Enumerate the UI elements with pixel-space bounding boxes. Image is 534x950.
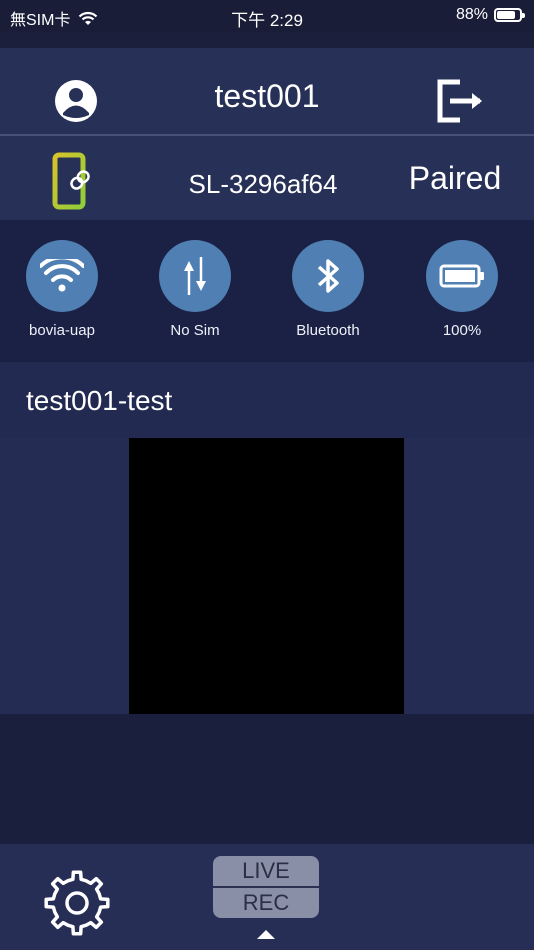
status-battery-icon (494, 8, 525, 22)
status-item-mobile-data[interactable]: No Sim (135, 240, 255, 339)
battery-percent: 88% (455, 6, 488, 23)
status-item-wifi[interactable]: bovia-uap (2, 240, 122, 339)
wifi-circle (26, 240, 98, 312)
device-name: SL-3296af64 (188, 169, 338, 199)
status-item-bluetooth[interactable]: Bluetooth (268, 240, 388, 339)
status-item-label: No Sim (170, 322, 220, 339)
status-time: 下午 2:29 (231, 11, 303, 30)
logout-icon[interactable] (436, 78, 488, 124)
mobile-data-icon (184, 257, 206, 295)
battery-circle (426, 240, 498, 312)
bluetooth-icon (317, 259, 339, 293)
mode-live-button[interactable]: LIVE (213, 856, 319, 886)
status-item-label: bovia-uap (29, 322, 95, 339)
battery-icon (439, 264, 484, 288)
caret-up-icon[interactable] (257, 930, 275, 939)
wifi-icon (40, 259, 84, 292)
camera-video-view[interactable] (129, 438, 404, 714)
status-bar-right: 88% (455, 6, 525, 24)
status-battery-fill (497, 11, 515, 19)
mobile-data-circle (159, 240, 231, 312)
device-status: Paired (408, 160, 502, 196)
bluetooth-circle (292, 240, 364, 312)
status-item-label: 100% (442, 322, 482, 339)
phone-link-icon (52, 152, 90, 210)
mode-rec-button[interactable]: REC (213, 888, 319, 918)
status-item-label: Bluetooth (296, 322, 360, 339)
camera-title: test001-test (26, 385, 173, 416)
empty-content-area (0, 714, 534, 844)
gear-icon[interactable] (40, 866, 114, 940)
status-item-battery[interactable]: 100% (402, 240, 522, 339)
